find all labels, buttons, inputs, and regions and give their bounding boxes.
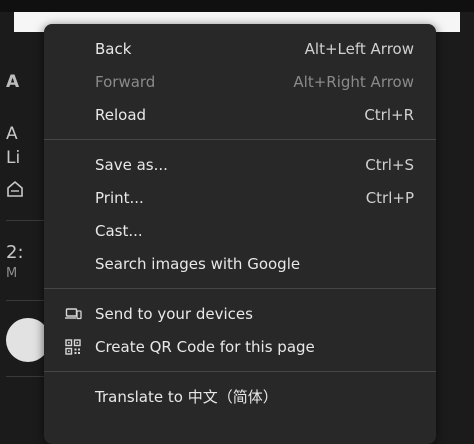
menu-item-shortcut: Alt+Left Arrow [304,39,414,58]
menu-item-reload[interactable]: Reload Ctrl+R [44,98,436,131]
document-icon [7,180,23,197]
menu-separator [44,288,436,289]
menu-item-print[interactable]: Print... Ctrl+P [44,181,436,214]
divider [6,300,46,301]
menu-item-cast[interactable]: Cast... [44,214,436,247]
menu-item-back[interactable]: Back Alt+Left Arrow [44,32,436,65]
menu-separator [44,139,436,140]
page-number-fragment: 2: [6,242,24,263]
menu-item-shortcut: Ctrl+S [365,155,414,174]
menu-item-label: Save as... [95,155,168,174]
page-heading-fragment: A [6,72,20,92]
menu-item-label: Cast... [95,221,143,240]
menu-item-label: Create QR Code for this page [95,337,315,356]
menu-item-search-images[interactable]: Search images with Google [44,247,436,280]
menu-item-create-qr-code[interactable]: Create QR Code for this page [44,330,436,363]
page-subtext-fragment: M [6,266,18,281]
menu-item-label: Translate to 中文（简体） [95,388,278,406]
menu-item-shortcut: Ctrl+R [364,105,414,124]
menu-item-label: Print... [95,188,144,207]
menu-item-label: Send to your devices [95,304,253,323]
divider [6,376,46,377]
menu-item-label: Reload [95,105,147,124]
menu-item-save-as[interactable]: Save as... Ctrl+S [44,148,436,181]
menu-item-shortcut: Alt+Right Arrow [293,72,414,91]
page-text-fragment: A [6,124,18,144]
menu-item-send-to-devices[interactable]: Send to your devices [44,297,436,330]
browser-top-bar [0,0,474,12]
context-menu: Back Alt+Left Arrow Forward Alt+Right Ar… [44,24,436,444]
menu-item-shortcut: Ctrl+P [365,188,414,207]
menu-item-label: Back [95,39,132,58]
menu-item-label: Forward [95,72,156,91]
qr-code-icon [65,339,81,355]
page-text-fragment-2: Li [6,148,21,168]
divider [6,220,46,221]
menu-separator [44,371,436,372]
menu-item-translate[interactable]: Translate to 中文（简体） [44,380,436,413]
laptop-phone-icon [65,308,82,320]
menu-item-label: Search images with Google [95,254,301,273]
menu-item-forward[interactable]: Forward Alt+Right Arrow [44,65,436,98]
